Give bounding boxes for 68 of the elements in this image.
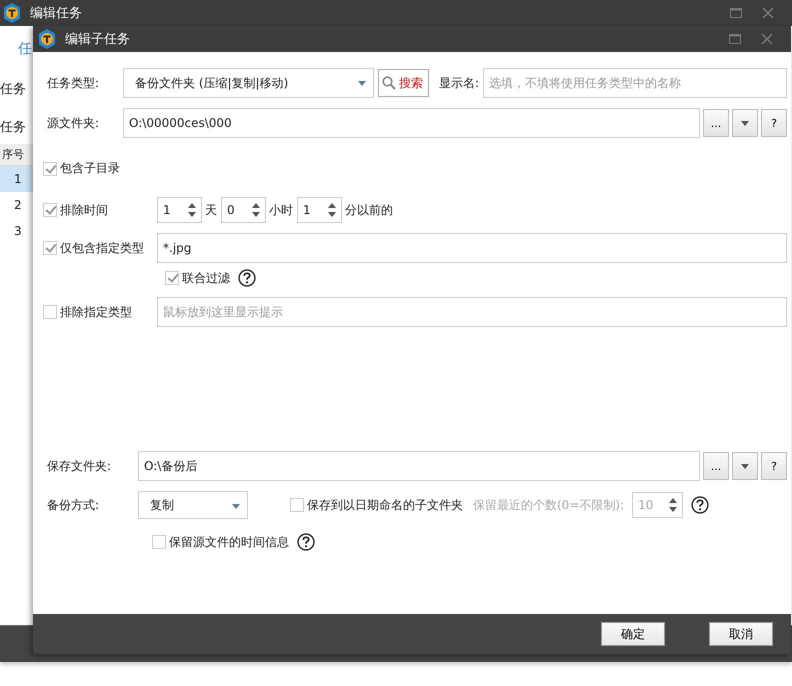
up-down-arrows-icon <box>252 203 260 217</box>
close-icon[interactable] <box>762 8 774 18</box>
caret-icon <box>741 120 749 126</box>
table-header: 序号 <box>0 144 33 166</box>
field-label: 任务类型: <box>47 74 100 92</box>
dropdown-button[interactable] <box>732 452 758 480</box>
checkbox-label: 保存到以日期命名的子文件夹 <box>307 496 463 514</box>
window-title: 编辑任务 <box>30 5 82 22</box>
browse-button[interactable]: ... <box>703 109 729 137</box>
unit-label: 小时 <box>269 202 293 218</box>
number-spinner[interactable]: 0 <box>221 197 266 223</box>
maximize-icon[interactable] <box>730 8 742 18</box>
checkbox-label: 保留源文件的时间信息 <box>169 534 289 550</box>
checkbox-label: 排除指定类型 <box>60 304 133 320</box>
search-button[interactable]: 搜索 <box>378 69 429 97</box>
ok-button[interactable]: 确定 <box>601 622 665 646</box>
caret-icon <box>741 464 749 468</box>
save-folder-field[interactable]: O:\备份后 <box>138 451 700 481</box>
field-label: 任务 <box>0 81 26 98</box>
checkbox-label: 包含子目录 <box>60 160 120 177</box>
help-icon[interactable] <box>297 533 315 551</box>
checkbox[interactable] <box>43 203 57 217</box>
field-label: 显示名: <box>439 74 480 92</box>
checkbox[interactable] <box>152 535 166 549</box>
close-icon[interactable] <box>761 34 773 44</box>
number-spinner[interactable]: 1 <box>157 197 202 223</box>
checkbox-label: 仅包含指定类型 <box>60 240 145 256</box>
help-button[interactable]: ? <box>761 452 787 480</box>
up-down-arrows-icon <box>669 498 678 512</box>
help-icon[interactable] <box>691 496 710 514</box>
cancel-button[interactable]: 取消 <box>709 622 773 646</box>
field-label: 任务 <box>0 119 26 136</box>
checkbox[interactable] <box>290 498 304 512</box>
checkbox[interactable] <box>43 241 57 255</box>
backup-mode-dropdown[interactable]: 复制 <box>138 491 248 519</box>
task-type-dropdown[interactable]: 备份文件夹 (压缩|复制|移动) <box>123 68 374 98</box>
up-down-arrows-icon <box>328 203 336 217</box>
app-logo-icon <box>37 29 57 49</box>
source-folder-field[interactable]: O:\00000ces\000 <box>123 108 700 138</box>
table-row[interactable]: 3 <box>0 218 33 244</box>
up-down-arrows-icon <box>188 203 196 217</box>
number-spinner[interactable]: 1 <box>297 197 342 223</box>
field-label: 备份方式: <box>47 496 100 514</box>
checkbox[interactable] <box>43 162 57 176</box>
checkbox-label: 排除时间 <box>60 202 109 218</box>
caret-icon <box>358 81 366 86</box>
search-icon <box>382 76 396 90</box>
table-row[interactable]: 2 <box>0 192 33 218</box>
tab[interactable]: 任 <box>18 40 32 58</box>
include-types-field[interactable]: *.jpg <box>157 233 787 263</box>
field-label: 源文件夹: <box>47 114 100 132</box>
unit-label: 分以前的 <box>345 202 393 218</box>
unit-label: 天 <box>205 202 217 218</box>
field-label: 保留最近的个数(0=不限制): <box>473 496 624 514</box>
caret-icon <box>232 504 240 509</box>
checkbox[interactable] <box>43 305 57 319</box>
table-row[interactable]: 1 <box>0 166 33 192</box>
checkbox[interactable] <box>165 271 179 285</box>
display-name-field[interactable]: 选填，不填将使用任务类型中的名称 <box>483 68 787 98</box>
dialog-title: 编辑子任务 <box>65 31 130 48</box>
checkbox-label: 联合过滤 <box>182 270 230 286</box>
exclude-types-field[interactable]: 鼠标放到这里显示提示 <box>157 297 787 327</box>
dropdown-button[interactable] <box>732 109 758 137</box>
help-icon[interactable] <box>238 269 256 287</box>
field-label: 保存文件夹: <box>47 458 112 474</box>
maximize-icon[interactable] <box>729 34 741 44</box>
help-button[interactable]: ? <box>761 109 787 137</box>
browse-button[interactable]: ... <box>703 452 729 480</box>
